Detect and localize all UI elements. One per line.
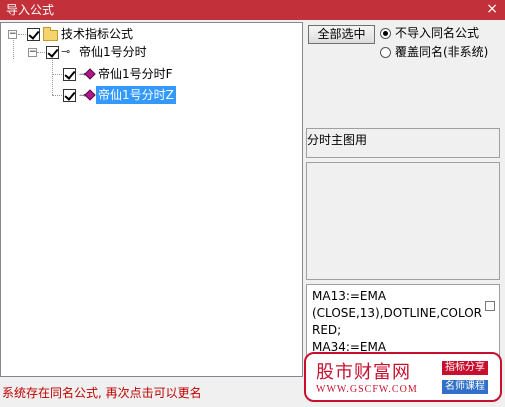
tree-root-label: 技术指标公式 <box>61 27 134 41</box>
tree-item[interactable]: ⊸ 帝仙1号分时Z <box>5 86 205 104</box>
tree-item-label: 帝仙1号分时F <box>98 67 173 81</box>
radio-label: 覆盖同名(非系统) <box>395 45 489 59</box>
radio-button[interactable] <box>380 28 391 39</box>
collapse-icon[interactable]: − <box>28 48 37 57</box>
item-checkbox[interactable] <box>63 68 76 81</box>
close-icon[interactable]: × <box>486 1 498 17</box>
formula-code: MA13:=EMA (CLOSE,13),DOTLINE,COLOR RED; … <box>312 289 482 354</box>
code-checkbox[interactable] <box>485 301 495 311</box>
item-checkbox[interactable] <box>63 89 76 102</box>
watermark-tag-share: 指标分享 <box>442 361 488 375</box>
tree-node-root[interactable]: − 技术指标公式 <box>5 25 205 43</box>
root-checkbox[interactable] <box>27 28 40 41</box>
title-bar: 导入公式 × <box>0 0 505 20</box>
watermark-url: WWW.GSCFW.COM <box>316 384 418 395</box>
tree-item[interactable]: ⊸ 帝仙1号分时F <box>5 65 205 83</box>
usage-text: 分时主图用 <box>307 133 368 147</box>
status-message: 系统存在同名公式, 再次点击可以更名 <box>2 386 202 400</box>
key-icon: ⊸ <box>61 45 71 58</box>
watermark-logo: 股市财富网 WWW.GSCFW.COM 指标分享 名师课程 <box>304 352 502 402</box>
formula-tree[interactable]: − 技术指标公式 − ⊸ 帝仙1号分时 ⊸ 帝仙1号分时F ⊸ 帝仙1号分时Z <box>0 22 303 377</box>
collapse-icon[interactable]: − <box>8 30 17 39</box>
window-title: 导入公式 <box>6 3 55 17</box>
group-checkbox[interactable] <box>46 46 59 59</box>
watermark-site-name: 股市财富网 <box>316 362 411 383</box>
watermark-tag-course: 名师课程 <box>442 380 488 394</box>
description-box <box>306 162 500 280</box>
select-all-button[interactable]: 全部选中 <box>308 25 375 44</box>
folder-icon <box>43 27 58 41</box>
tree-node-group[interactable]: − ⊸ 帝仙1号分时 <box>5 43 205 61</box>
radio-button[interactable] <box>380 47 391 58</box>
tree-group-label: 帝仙1号分时 <box>79 45 147 59</box>
tree-item-label: 帝仙1号分时Z <box>96 86 176 104</box>
radio-label: 不导入同名公式 <box>395 26 480 40</box>
